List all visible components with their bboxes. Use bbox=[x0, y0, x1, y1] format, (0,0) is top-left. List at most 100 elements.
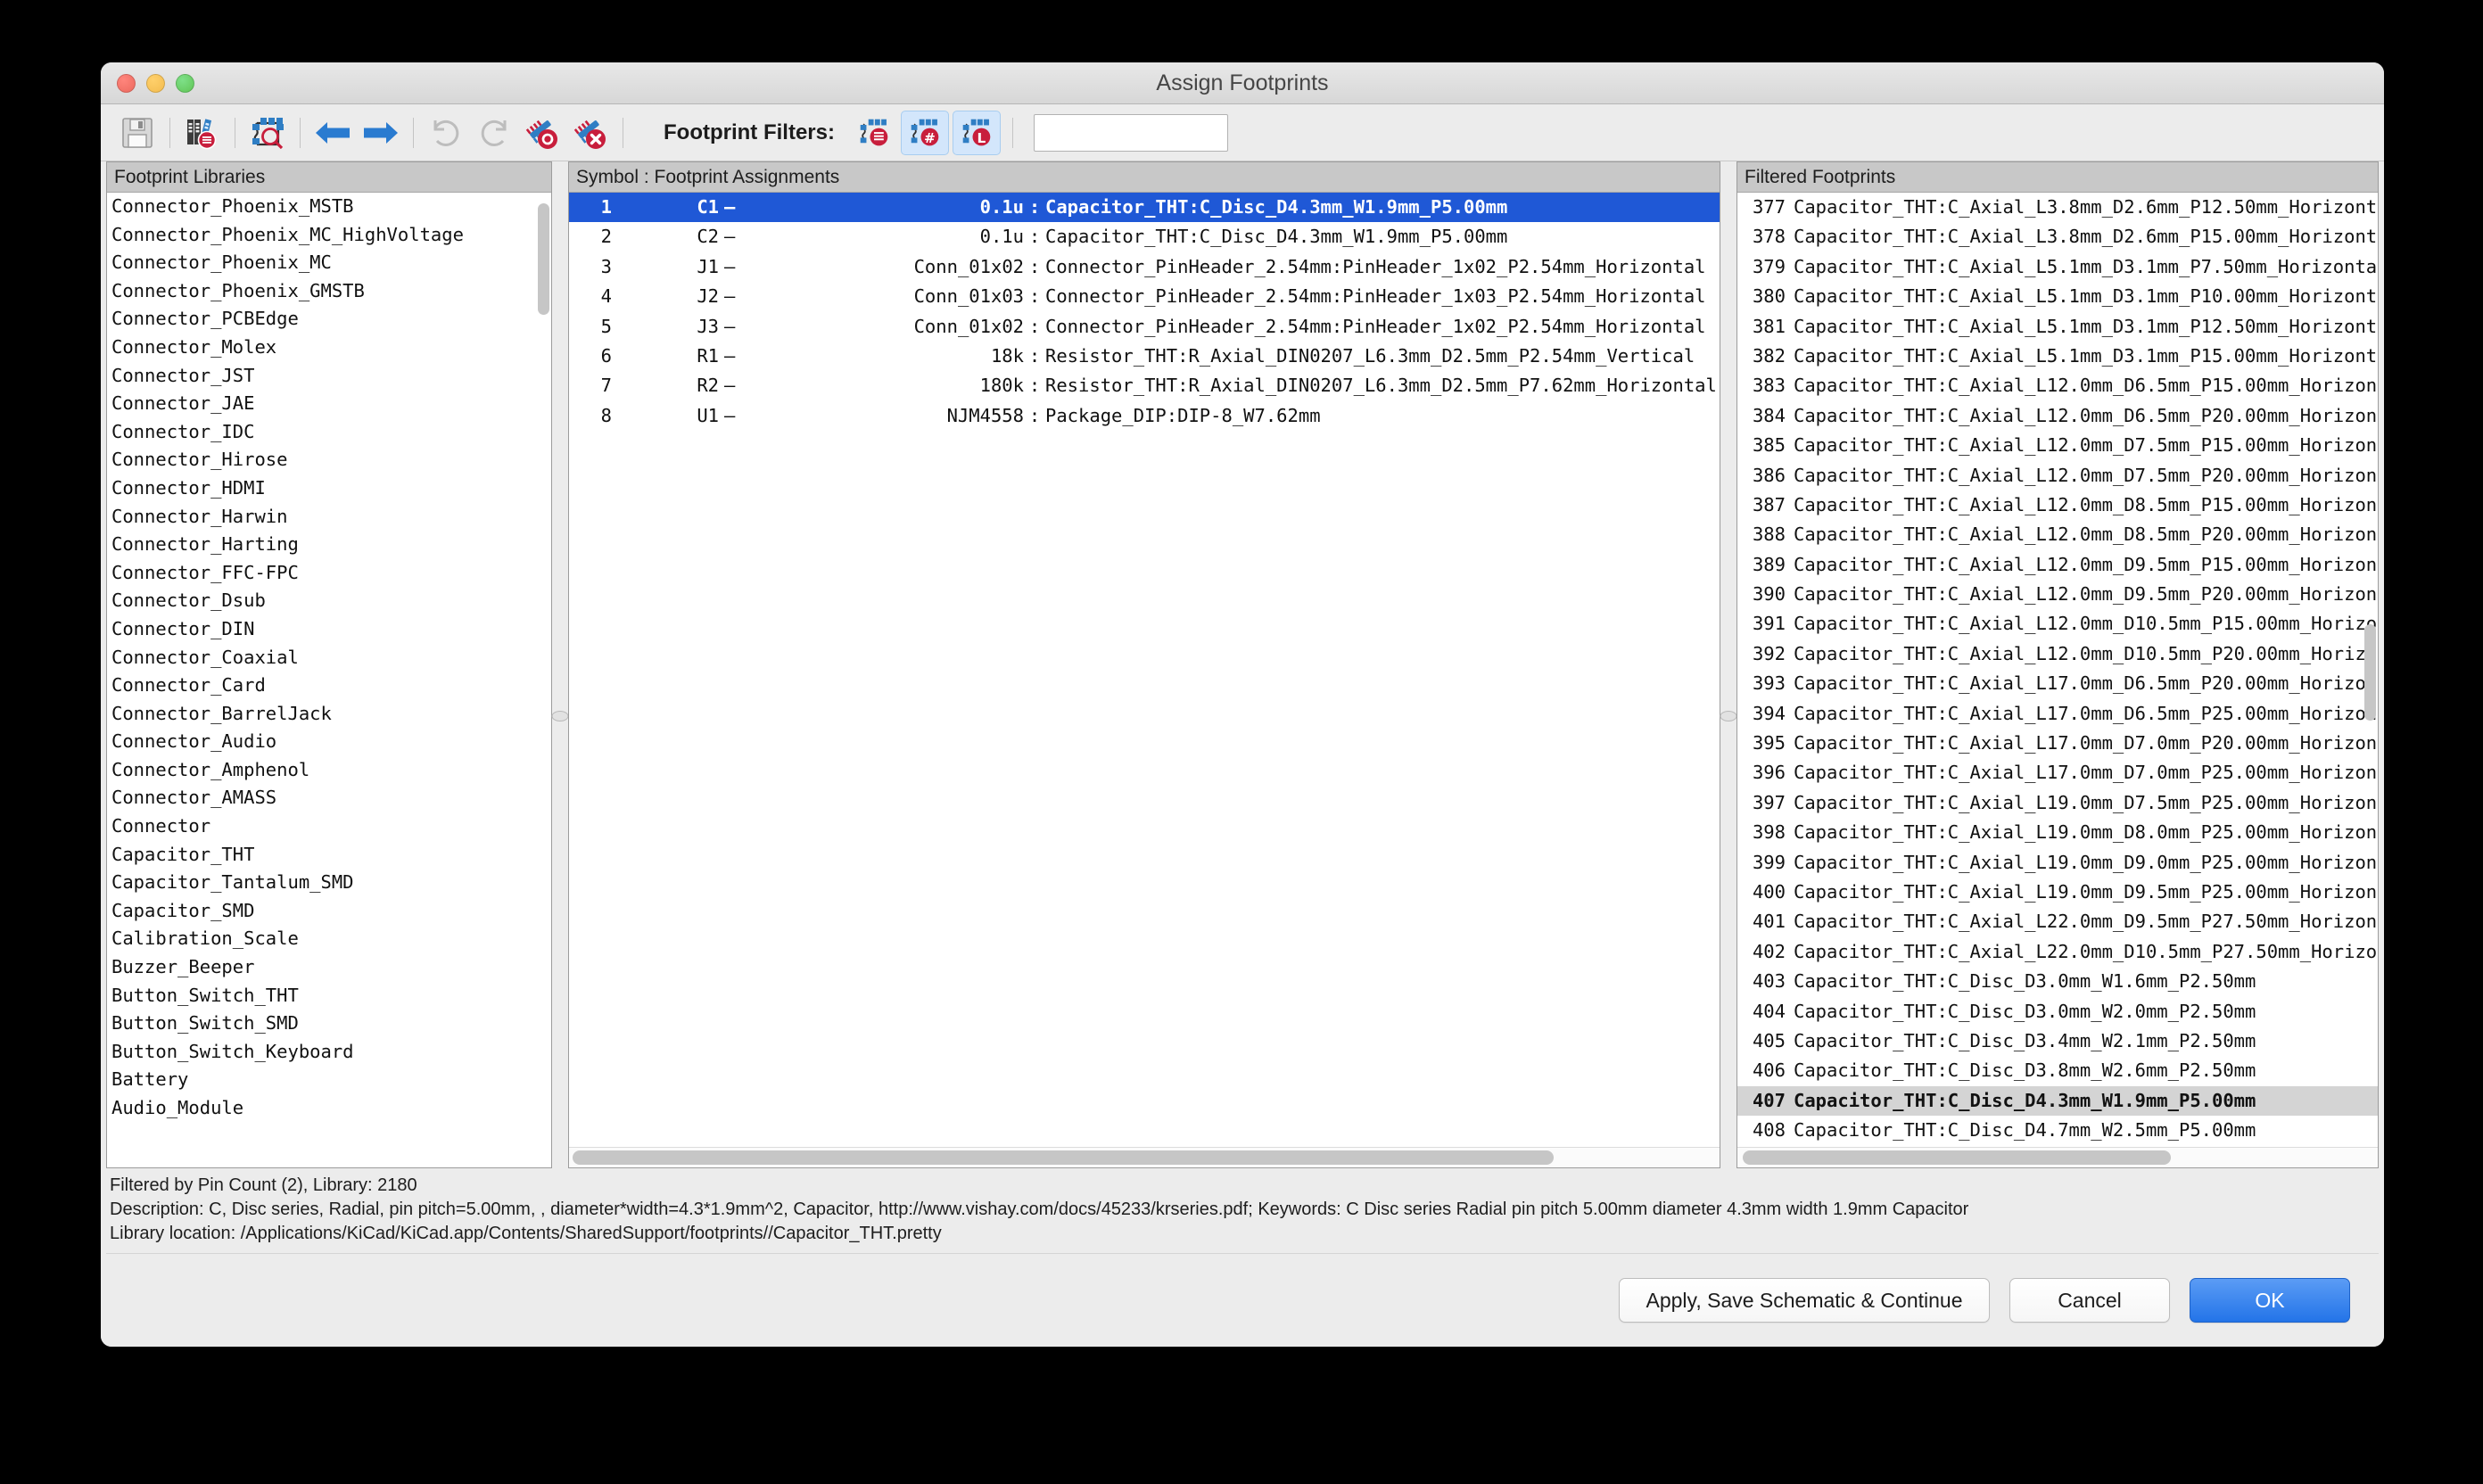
library-list-item[interactable]: Connector_Card bbox=[107, 672, 551, 700]
filter-by-library-icon[interactable]: L bbox=[952, 110, 1001, 155]
library-list-item[interactable]: Connector bbox=[107, 812, 551, 841]
minimize-window-button[interactable] bbox=[146, 73, 165, 93]
assignments-list[interactable]: 1 C1—0.1u: Capacitor_THT:C_Disc_D4.3mm_W1.… bbox=[569, 193, 1720, 1147]
library-list-item[interactable]: Buzzer_Beeper bbox=[107, 953, 551, 982]
assignment-row[interactable]: 2 C2— 0.1u: Capacitor_THT:C_Disc_D4.3mm_W1.… bbox=[569, 222, 1720, 251]
library-list-item[interactable]: Battery bbox=[107, 1066, 551, 1094]
library-list-item[interactable]: Connector_Harting bbox=[107, 531, 551, 559]
footprint-list-item[interactable]: 382 Capacitor_THT:C_Axial_L5.1mm_D3.1mm_P… bbox=[1737, 342, 2378, 371]
footprint-list-item[interactable]: 396 Capacitor_THT:C_Axial_L17.0mm_D7.0mm_… bbox=[1737, 758, 2378, 787]
footprint-list-item[interactable]: 399 Capacitor_THT:C_Axial_L19.0mm_D9.0mm_… bbox=[1737, 848, 2378, 878]
library-list-item[interactable]: Capacitor_THT bbox=[107, 841, 551, 870]
library-list-item[interactable]: Calibration_Scale bbox=[107, 925, 551, 953]
library-list-item[interactable]: Connector_JST bbox=[107, 362, 551, 391]
filtered-footprints-list[interactable]: 377 Capacitor_THT:C_Axial_L3.8mm_D2.6mm_P… bbox=[1737, 193, 2378, 1147]
save-icon[interactable] bbox=[113, 111, 161, 155]
library-list-item[interactable]: Connector_Coaxial bbox=[107, 644, 551, 672]
footprint-list-item[interactable]: 377 Capacitor_THT:C_Axial_L3.8mm_D2.6mm_P… bbox=[1737, 193, 2378, 222]
manage-footprint-libraries-icon[interactable] bbox=[178, 111, 227, 155]
filter-by-keyword-icon[interactable] bbox=[851, 111, 897, 154]
assignment-row[interactable]: 7 R2— 180k: Resistor_THT:R_Axial_DIN0207_L6… bbox=[569, 371, 1720, 400]
library-list-item[interactable]: Connector_Phoenix_MC bbox=[107, 249, 551, 277]
footprint-list-item[interactable]: 406 Capacitor_THT:C_Disc_D3.8mm_W2.6mm_P2… bbox=[1737, 1056, 2378, 1085]
left-splitter-grip[interactable] bbox=[551, 711, 569, 721]
close-window-button[interactable] bbox=[117, 73, 136, 93]
assignment-row[interactable]: 3 J1— Conn_01x02: Connector_PinHeader_2.54m… bbox=[569, 252, 1720, 282]
library-list-item[interactable]: Audio_Module bbox=[107, 1094, 551, 1123]
auto-associate-icon[interactable] bbox=[518, 111, 566, 155]
left-splitter[interactable] bbox=[551, 161, 569, 1168]
library-list-item[interactable]: Connector_Harwin bbox=[107, 503, 551, 532]
footprint-list-item[interactable]: 394 Capacitor_THT:C_Axial_L17.0mm_D6.5mm_… bbox=[1737, 699, 2378, 729]
right-splitter[interactable] bbox=[1720, 161, 1737, 1168]
view-footprint-icon[interactable] bbox=[243, 111, 292, 155]
assignment-row[interactable]: 8 U1— NJM4558: Package_DIP:DIP-8_W7.62mm bbox=[569, 401, 1720, 431]
footprint-list-item[interactable]: 384 Capacitor_THT:C_Axial_L12.0mm_D6.5mm_… bbox=[1737, 401, 2378, 431]
footprint-list-item[interactable]: 395 Capacitor_THT:C_Axial_L17.0mm_D7.0mm_… bbox=[1737, 729, 2378, 758]
delete-associations-icon[interactable] bbox=[566, 111, 615, 155]
footprint-list-item[interactable]: 389 Capacitor_THT:C_Axial_L12.0mm_D9.5mm_… bbox=[1737, 550, 2378, 580]
library-list-item[interactable]: Connector_IDC bbox=[107, 418, 551, 447]
library-list-item[interactable]: Connector_Molex bbox=[107, 334, 551, 362]
assignment-row[interactable]: 6 R1— 18k: Resistor_THT:R_Axial_DIN0207_L6.… bbox=[569, 342, 1720, 371]
footprint-list-item[interactable]: 392 Capacitor_THT:C_Axial_L12.0mm_D10.5mm… bbox=[1737, 639, 2378, 669]
filter-by-pin-count-icon[interactable]: # bbox=[900, 110, 949, 155]
next-unassigned-icon[interactable] bbox=[357, 111, 405, 155]
filtered-footprints-hscrollbar[interactable] bbox=[1737, 1147, 2378, 1167]
library-list-item[interactable]: Connector_BarrelJack bbox=[107, 700, 551, 729]
assignment-row[interactable]: 4 J2— Conn_01x03: Connector_PinHeader_2.54m… bbox=[569, 282, 1720, 311]
filtered-footprints-scrollbar[interactable] bbox=[2364, 196, 2376, 1143]
footprint-list-item[interactable]: 386 Capacitor_THT:C_Axial_L12.0mm_D7.5mm_… bbox=[1737, 461, 2378, 491]
library-list-item[interactable]: Button_Switch_Keyboard bbox=[107, 1038, 551, 1067]
library-list-item[interactable]: Connector_HDMI bbox=[107, 474, 551, 503]
library-list-item[interactable]: Connector_PCBEdge bbox=[107, 305, 551, 334]
footprint-list-item[interactable]: 401 Capacitor_THT:C_Axial_L22.0mm_D9.5mm_… bbox=[1737, 907, 2378, 936]
footprint-libraries-scrollbar[interactable] bbox=[538, 196, 549, 1164]
footprint-list-item[interactable]: 400 Capacitor_THT:C_Axial_L19.0mm_D9.5mm_… bbox=[1737, 878, 2378, 907]
library-list-item[interactable]: Button_Switch_THT bbox=[107, 982, 551, 1010]
assignment-row[interactable]: 5 J3— Conn_01x02: Connector_PinHeader_2.54m… bbox=[569, 312, 1720, 342]
assignment-row[interactable]: 1 C1— 0.1u: Capacitor_THT:C_Disc_D4.3mm_W1.… bbox=[569, 193, 1720, 223]
footprint-filter-input[interactable] bbox=[1033, 113, 1228, 152]
footprint-list-item[interactable]: 405 Capacitor_THT:C_Disc_D3.4mm_W2.1mm_P2… bbox=[1737, 1026, 2378, 1056]
footprint-list-item[interactable]: 393 Capacitor_THT:C_Axial_L17.0mm_D6.5mm_… bbox=[1737, 669, 2378, 698]
footprint-list-item[interactable]: 379 Capacitor_THT:C_Axial_L5.1mm_D3.1mm_P… bbox=[1737, 252, 2378, 282]
footprint-list-item[interactable]: 388 Capacitor_THT:C_Axial_L12.0mm_D8.5mm_… bbox=[1737, 520, 2378, 549]
apply-save-schematic-continue-button[interactable]: Apply, Save Schematic & Continue bbox=[1619, 1278, 1990, 1323]
footprint-list-item[interactable]: 380 Capacitor_THT:C_Axial_L5.1mm_D3.1mm_P… bbox=[1737, 282, 2378, 311]
library-list-item[interactable]: Connector_Audio bbox=[107, 728, 551, 756]
library-list-item[interactable]: Capacitor_Tantalum_SMD bbox=[107, 869, 551, 897]
undo-icon[interactable] bbox=[422, 111, 470, 155]
library-list-item[interactable]: Button_Switch_SMD bbox=[107, 1010, 551, 1038]
library-list-item[interactable]: Connector_Amphenol bbox=[107, 756, 551, 785]
assignments-hscrollbar[interactable] bbox=[569, 1147, 1720, 1167]
footprint-list-item[interactable]: 381 Capacitor_THT:C_Axial_L5.1mm_D3.1mm_P… bbox=[1737, 312, 2378, 342]
footprint-list-item[interactable]: 385 Capacitor_THT:C_Axial_L12.0mm_D7.5mm_… bbox=[1737, 431, 2378, 460]
footprint-list-item[interactable]: 378 Capacitor_THT:C_Axial_L3.8mm_D2.6mm_P… bbox=[1737, 222, 2378, 251]
library-list-item[interactable]: Connector_Phoenix_MSTB bbox=[107, 193, 551, 221]
footprint-list-item[interactable]: 391 Capacitor_THT:C_Axial_L12.0mm_D10.5mm… bbox=[1737, 609, 2378, 639]
library-list-item[interactable]: Connector_AMASS bbox=[107, 784, 551, 812]
library-list-item[interactable]: Capacitor_SMD bbox=[107, 897, 551, 926]
library-list-item[interactable]: Connector_Phoenix_GMSTB bbox=[107, 277, 551, 306]
footprint-list-item[interactable]: 408 Capacitor_THT:C_Disc_D4.7mm_W2.5mm_P5… bbox=[1737, 1116, 2378, 1145]
footprint-list-item[interactable]: 383 Capacitor_THT:C_Axial_L12.0mm_D6.5mm_… bbox=[1737, 371, 2378, 400]
library-list-item[interactable]: Connector_Phoenix_MC_HighVoltage bbox=[107, 221, 551, 250]
ok-button[interactable]: OK bbox=[2190, 1278, 2350, 1323]
footprint-list-item[interactable]: 390 Capacitor_THT:C_Axial_L12.0mm_D9.5mm_… bbox=[1737, 580, 2378, 609]
maximize-window-button[interactable] bbox=[176, 73, 194, 93]
footprint-list-item[interactable]: 403 Capacitor_THT:C_Disc_D3.0mm_W1.6mm_P2… bbox=[1737, 967, 2378, 996]
library-list-item[interactable]: Connector_FFC-FPC bbox=[107, 559, 551, 588]
library-list-item[interactable]: Connector_DIN bbox=[107, 615, 551, 644]
library-list-item[interactable]: Connector_Hirose bbox=[107, 446, 551, 474]
footprint-list-item[interactable]: 402 Capacitor_THT:C_Axial_L22.0mm_D10.5mm… bbox=[1737, 937, 2378, 967]
library-list-item[interactable]: Connector_Dsub bbox=[107, 587, 551, 615]
footprint-list-item[interactable]: 404 Capacitor_THT:C_Disc_D3.0mm_W2.0mm_P2… bbox=[1737, 997, 2378, 1026]
previous-unassigned-icon[interactable] bbox=[309, 111, 357, 155]
library-list-item[interactable]: Connector_JAE bbox=[107, 390, 551, 418]
footprint-list-item[interactable]: 398 Capacitor_THT:C_Axial_L19.0mm_D8.0mm_… bbox=[1737, 818, 2378, 847]
footprint-libraries-list[interactable]: Connector_Phoenix_MSTB Connector_Phoenix_… bbox=[107, 193, 551, 1167]
cancel-button[interactable]: Cancel bbox=[2009, 1278, 2170, 1323]
redo-icon[interactable] bbox=[470, 111, 518, 155]
right-splitter-grip[interactable] bbox=[1720, 711, 1737, 721]
